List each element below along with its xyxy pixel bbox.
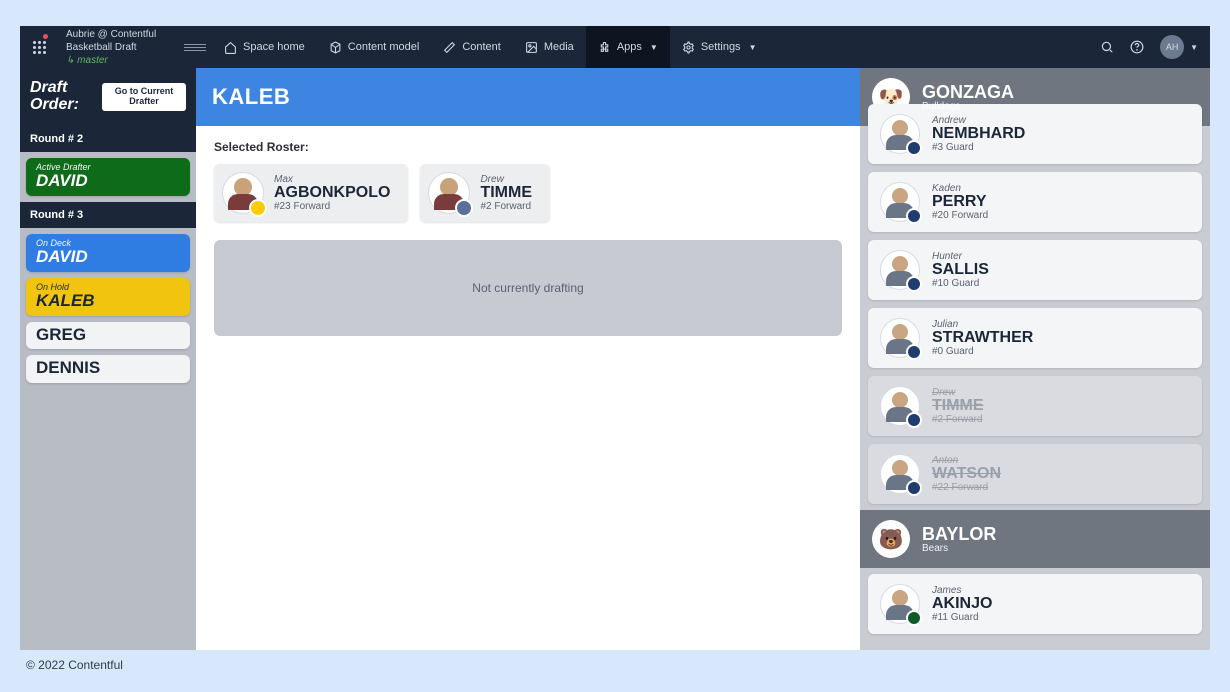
user-org: Aubrie @ Contentful xyxy=(66,28,170,41)
team-logo: 🐻 xyxy=(872,520,910,558)
drafter-name: KALEB xyxy=(36,292,180,310)
player-avatar xyxy=(428,172,470,214)
drafter-status: Active Drafter xyxy=(36,162,180,172)
goto-current-drafter-button[interactable]: Go to Current Drafter xyxy=(102,83,186,111)
space-name: Basketball Draft xyxy=(66,41,170,54)
player-last-name: PERRY xyxy=(932,194,988,210)
nav-content-model[interactable]: Content model xyxy=(317,26,432,68)
drafter-card[interactable]: On DeckDAVID xyxy=(26,234,190,272)
draft-order-panel: Draft Order: Go to Current Drafter Round… xyxy=(20,68,196,650)
nav-media[interactable]: Media xyxy=(513,26,586,68)
drafter-status: On Deck xyxy=(36,238,180,248)
cube-icon xyxy=(329,41,342,54)
player-last-name: AGBONKPOLO xyxy=(274,185,390,201)
player-avatar xyxy=(222,172,264,214)
team-subtitle: Bulldogs xyxy=(922,101,1014,112)
drafter-card[interactable]: On HoldKALEB xyxy=(26,278,190,316)
nav-settings[interactable]: Settings▼ xyxy=(670,26,769,68)
roster-cards: Max AGBONKPOLO #23 Forward Drew TIMME #2… xyxy=(214,164,842,222)
roster-player-card[interactable]: Drew TIMME #2 Forward xyxy=(420,164,550,222)
player-avatar xyxy=(880,318,920,358)
drafter-card[interactable]: Active DrafterDAVID xyxy=(26,158,190,196)
nav-content[interactable]: Content xyxy=(431,26,513,68)
chevron-down-icon: ▼ xyxy=(1190,43,1198,52)
player-last-name: AKINJO xyxy=(932,596,992,612)
current-drafter-title: KALEB xyxy=(196,68,860,126)
apps-launcher-icon[interactable] xyxy=(20,26,58,68)
draft-order-title: Draft Order: xyxy=(30,80,102,114)
team-subtitle: Bears xyxy=(922,543,996,554)
help-icon[interactable] xyxy=(1130,40,1144,54)
player-avatar xyxy=(880,114,920,154)
player-position: #10 Guard xyxy=(932,278,989,289)
player-position: #23 Forward xyxy=(274,201,390,212)
pencil-icon xyxy=(443,41,456,54)
search-icon[interactable] xyxy=(1100,40,1114,54)
player-position: #22 Forward xyxy=(932,482,1001,493)
team-player-card[interactable]: Kaden PERRY #20 Forward xyxy=(868,172,1202,232)
space-info: Aubrie @ Contentful Basketball Draft ↳ m… xyxy=(58,28,178,67)
player-position: #20 Forward xyxy=(932,210,988,221)
team-player-card[interactable]: Andrew NEMBHARD #3 Guard xyxy=(868,104,1202,164)
round-header: Round # 2 xyxy=(20,126,196,152)
drafter-card[interactable]: GREG xyxy=(26,322,190,350)
nav-items: Space home Content model Content Media A… xyxy=(212,26,768,68)
team-header: 🐻 BAYLOR Bears xyxy=(860,510,1210,568)
team-player-card[interactable]: Julian STRAWTHER #0 Guard xyxy=(868,308,1202,368)
drafter-status: On Hold xyxy=(36,282,180,292)
player-last-name: NEMBHARD xyxy=(932,126,1025,142)
user-avatar[interactable]: AH xyxy=(1160,35,1184,59)
player-position: #2 Forward xyxy=(932,414,984,425)
gear-icon xyxy=(682,41,695,54)
home-icon xyxy=(224,41,237,54)
player-position: #11 Guard xyxy=(932,612,992,623)
roster-player-card[interactable]: Max AGBONKPOLO #23 Forward xyxy=(214,164,408,222)
team-player-card: Drew TIMME #2 Forward xyxy=(868,376,1202,436)
player-position: #2 Forward xyxy=(480,201,532,212)
player-avatar xyxy=(880,250,920,290)
puzzle-icon xyxy=(598,41,611,54)
drafter-name: DENNIS xyxy=(36,359,180,377)
player-avatar xyxy=(880,386,920,426)
top-nav: Aubrie @ Contentful Basketball Draft ↳ m… xyxy=(20,26,1210,68)
selected-roster-label: Selected Roster: xyxy=(214,140,842,154)
drafter-name: DAVID xyxy=(36,248,180,266)
player-last-name: TIMME xyxy=(480,185,532,201)
drafter-name: GREG xyxy=(36,326,180,344)
player-avatar xyxy=(880,584,920,624)
team-name: BAYLOR xyxy=(922,525,996,543)
player-last-name: SALLIS xyxy=(932,262,989,278)
env-name: ↳ master xyxy=(66,54,170,67)
image-icon xyxy=(525,41,538,54)
nav-space-home[interactable]: Space home xyxy=(212,26,317,68)
menu-icon[interactable] xyxy=(184,44,206,51)
drafter-name: DAVID xyxy=(36,172,180,190)
team-player-card[interactable]: James AKINJO #11 Guard xyxy=(868,574,1202,634)
player-position: #3 Guard xyxy=(932,142,1025,153)
drafter-card[interactable]: DENNIS xyxy=(26,355,190,383)
player-position: #0 Guard xyxy=(932,346,1033,357)
not-drafting-zone: Not currently drafting xyxy=(214,240,842,336)
player-last-name: STRAWTHER xyxy=(932,330,1033,346)
center-panel: KALEB Selected Roster: Max AGBONKPOLO #2… xyxy=(196,68,860,650)
player-avatar xyxy=(880,454,920,494)
team-player-card: Anton WATSON #22 Forward xyxy=(868,444,1202,504)
chevron-down-icon: ▼ xyxy=(749,43,757,52)
player-last-name: WATSON xyxy=(932,466,1001,482)
nav-apps[interactable]: Apps▼ xyxy=(586,26,670,68)
copyright: © 2022 Contentful xyxy=(20,650,1210,672)
teams-panel: 🐶 GONZAGA Bulldogs Andrew NEMBHARD #3 Gu… xyxy=(860,68,1210,650)
player-avatar xyxy=(880,182,920,222)
player-last-name: TIMME xyxy=(932,398,984,414)
chevron-down-icon: ▼ xyxy=(650,43,658,52)
round-header: Round # 3 xyxy=(20,202,196,228)
team-player-card[interactable]: Hunter SALLIS #10 Guard xyxy=(868,240,1202,300)
